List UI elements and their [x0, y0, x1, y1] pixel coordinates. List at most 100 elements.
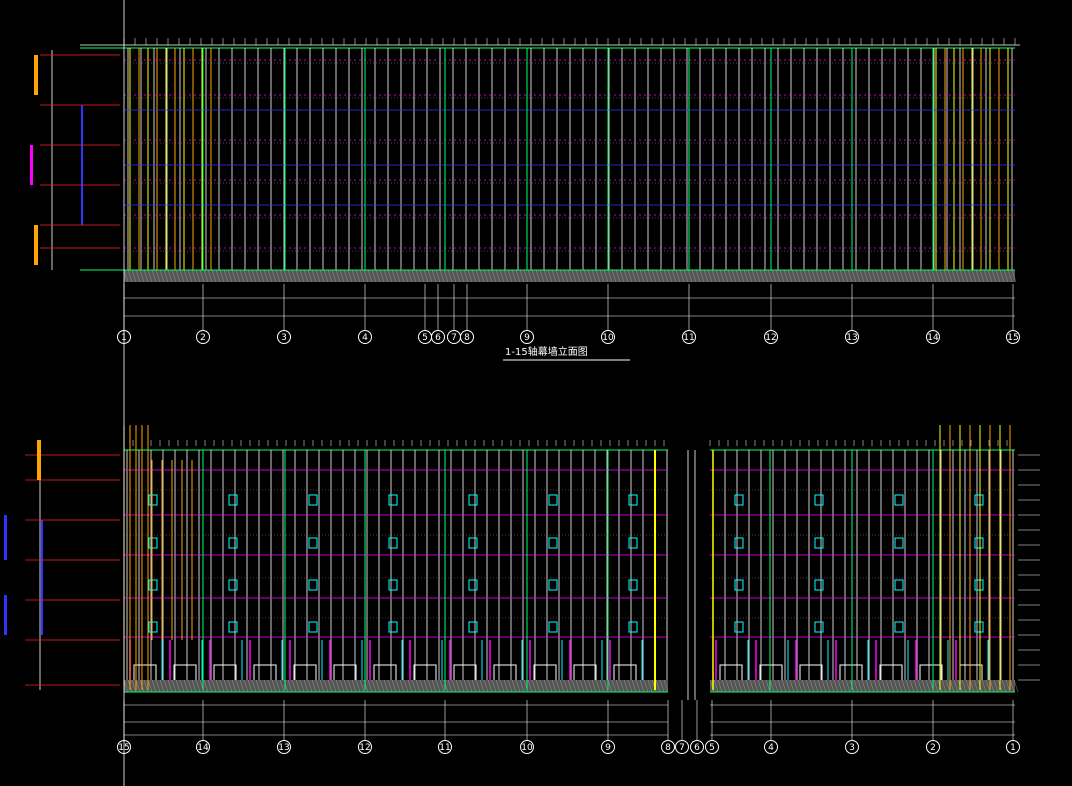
axis-bubble-1: 1 [1006, 740, 1020, 754]
side-marker [30, 145, 33, 185]
axis-bubble-10: 10 [601, 330, 615, 344]
window-panel [734, 537, 744, 549]
axis-label: 7 [451, 333, 457, 343]
top-elevation-title: 1-15轴幕墙立面图 [505, 345, 588, 358]
axis-bubble-3: 3 [277, 330, 291, 344]
axis-label: 6 [435, 333, 441, 343]
window-panel [148, 579, 158, 591]
window-panel [308, 494, 318, 506]
axis-bubble-14: 14 [926, 330, 940, 344]
axis-bubble-11: 11 [682, 330, 696, 344]
window-panel [734, 494, 744, 506]
window-panel [894, 579, 904, 591]
axis-label: 1 [1010, 743, 1016, 753]
axis-bubble-7: 7 [675, 740, 689, 754]
window-panel [388, 579, 398, 591]
axis-bubble-8: 8 [460, 330, 474, 344]
axis-bubble-14: 14 [196, 740, 210, 754]
axis-bubble-7: 7 [447, 330, 461, 344]
window-panel [468, 621, 478, 633]
axis-label: 14 [197, 743, 209, 753]
side-marker [4, 515, 7, 560]
window-panel [388, 494, 398, 506]
window-panel [974, 579, 984, 591]
window-panel [814, 579, 824, 591]
window-panel [814, 494, 824, 506]
axis-label: 10 [521, 743, 533, 753]
top-axis-row: 123456789101112131415 [117, 284, 1020, 344]
axis-label: 11 [439, 743, 450, 753]
axis-label: 8 [665, 743, 671, 753]
axis-label: 9 [605, 743, 611, 753]
axis-label: 14 [927, 333, 939, 343]
axis-label: 11 [683, 333, 694, 343]
axis-label: 7 [679, 743, 685, 753]
axis-label: 5 [709, 743, 715, 753]
side-marker [34, 55, 38, 95]
axis-bubble-5: 5 [418, 330, 432, 344]
window-panel [548, 494, 558, 506]
axis-bubble-11: 11 [438, 740, 452, 754]
side-marker [34, 225, 38, 265]
axis-bubble-2: 2 [926, 740, 940, 754]
axis-bubble-6: 6 [690, 740, 704, 754]
axis-label: 13 [846, 333, 857, 343]
axis-bubble-12: 12 [764, 330, 778, 344]
axis-label: 12 [765, 333, 776, 343]
window-panel [548, 579, 558, 591]
window-panel [628, 537, 638, 549]
axis-bubble-6: 6 [431, 330, 445, 344]
axis-bubble-10: 10 [520, 740, 534, 754]
window-panel [148, 537, 158, 549]
axis-label: 12 [359, 743, 370, 753]
window-panel [548, 537, 558, 549]
axis-bubble-13: 13 [277, 740, 291, 754]
window-panel [308, 579, 318, 591]
axis-label: 10 [602, 333, 614, 343]
elevation-drawing: 123456789101112131415 1-15轴幕墙立面图 1514131… [4, 0, 1040, 786]
axis-label: 15 [1007, 333, 1018, 343]
window-panel [308, 621, 318, 633]
window-panel [228, 621, 238, 633]
axis-bubble-2: 2 [196, 330, 210, 344]
window-panel [148, 494, 158, 506]
axis-label: 4 [768, 743, 774, 753]
window-panel [814, 621, 824, 633]
axis-label: 5 [422, 333, 428, 343]
axis-bubble-13: 13 [845, 330, 859, 344]
window-panel [814, 537, 824, 549]
window-panel [148, 621, 158, 633]
side-marker [37, 440, 41, 480]
side-marker [4, 595, 7, 635]
axis-label: 3 [281, 333, 287, 343]
axis-label: 9 [524, 333, 530, 343]
top-elevation [30, 38, 1020, 317]
window-panel [974, 494, 984, 506]
axis-label: 3 [849, 743, 855, 753]
window-panel [468, 537, 478, 549]
window-panel [894, 494, 904, 506]
window-panel [468, 494, 478, 506]
axis-label: 2 [200, 333, 206, 343]
window-panel [548, 621, 558, 633]
axis-bubble-9: 9 [601, 740, 615, 754]
window-panel [388, 537, 398, 549]
axis-label: 2 [930, 743, 936, 753]
window-panel [894, 621, 904, 633]
window-panel [974, 537, 984, 549]
bottom-axis-row: 15 14 13 12 11 10 9 8 7 6 5 4 3 2 1 [117, 700, 1020, 754]
axis-bubble-4: 4 [764, 740, 778, 754]
window-panel [734, 579, 744, 591]
axis-bubble-12: 12 [358, 740, 372, 754]
window-panel [228, 494, 238, 506]
window-panel [628, 494, 638, 506]
window-panel [468, 579, 478, 591]
axis-label: 6 [694, 743, 700, 753]
axis-bubble-9: 9 [520, 330, 534, 344]
axis-label: 4 [362, 333, 368, 343]
window-panel [974, 621, 984, 633]
axis-bubble-8: 8 [661, 740, 675, 754]
window-panel [308, 537, 318, 549]
axis-bubble-15: 15 [1006, 330, 1020, 344]
axis-label: 8 [464, 333, 470, 343]
